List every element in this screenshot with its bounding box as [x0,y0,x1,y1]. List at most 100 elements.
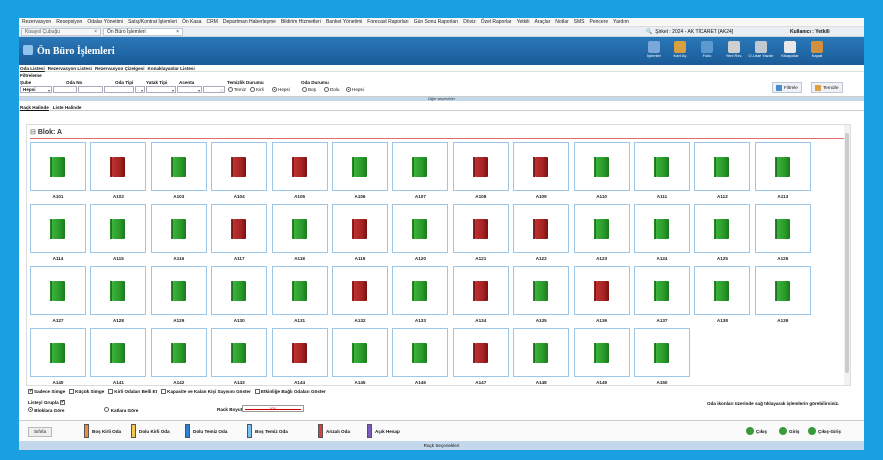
room-card[interactable] [211,328,268,377]
action-button-0[interactable]: Çıkış [746,427,767,435]
room-card[interactable] [694,204,751,253]
tab-liste[interactable]: Liste Halinde [53,105,82,110]
blok-title[interactable]: ⊟ Blok: A [30,128,62,136]
room-card[interactable] [150,266,207,315]
radio[interactable] [104,407,110,412]
menu-item[interactable]: SMS [574,19,585,25]
menu-item[interactable]: Pencere [589,19,608,25]
room-card[interactable] [211,266,268,315]
group-option[interactable]: Listeyi Grupla [28,399,66,406]
room-card[interactable] [392,204,449,253]
menu-item[interactable]: Rezervasyon [22,19,51,25]
room-card[interactable] [90,142,147,191]
lookup-icon[interactable]: □ [221,88,223,93]
menu-item[interactable]: Özel Raporlar [481,19,512,25]
radio-button[interactable] [272,87,277,92]
close-icon[interactable]: × [94,29,97,35]
scrollbar[interactable] [844,125,850,385]
group-by-blok[interactable]: Bloklara Göre [28,407,64,413]
radio-temizlik_options-0[interactable]: Temiz [228,87,246,92]
collapse-icon[interactable]: ⊟ [30,129,38,136]
menu-item[interactable]: Resepsiyon [56,19,82,25]
oda-no-from-input[interactable] [53,86,77,93]
room-card[interactable] [452,142,509,191]
room-card[interactable] [211,142,268,191]
radio-button[interactable] [302,87,307,92]
checkbox[interactable] [108,389,114,395]
menu-item[interactable]: Gün Sonu Raporları [414,19,458,25]
room-card[interactable] [332,266,388,315]
room-card[interactable] [30,204,86,253]
radio-button[interactable] [228,87,233,92]
tab-kisayol[interactable]: Kisayol Çubuğu × [21,27,101,36]
sifirla-button[interactable]: Sıfırla [28,427,52,437]
room-card[interactable] [30,328,86,377]
temizle-button[interactable]: Temizle [811,82,843,93]
room-card[interactable] [513,266,570,315]
sube-select[interactable]: Hepsi ▾ [20,86,52,93]
action-button-1[interactable]: Giriş [779,427,799,435]
room-card[interactable] [694,142,751,191]
room-card[interactable] [452,266,509,315]
room-card[interactable] [452,328,509,377]
checkbox[interactable] [69,389,75,395]
option-1[interactable]: Küçük Simge [69,389,104,395]
menu-item[interactable]: Araçlar [534,19,550,25]
checkbox[interactable] [28,388,33,395]
subtab[interactable]: Oda Listesi [20,66,45,71]
room-card[interactable] [150,328,207,377]
room-card[interactable] [392,328,449,377]
room-card[interactable] [211,204,268,253]
header-button-6[interactable]: Kapat [803,39,831,63]
option-4[interactable]: Etkinliğe Bağlı Odaları Göster [254,389,326,395]
subtab[interactable]: Rezervasyon Listesi [48,66,92,71]
yatak-tipi-select[interactable]: ▾ [146,86,176,93]
oda-tipi-dropdown[interactable]: ▾ [135,86,145,93]
room-card[interactable] [573,328,630,377]
menu-item[interactable]: Odalar Yönetimi [87,19,123,25]
room-card[interactable] [634,142,690,191]
radio-temizlik_options-1[interactable]: Kirli [250,87,264,92]
room-card[interactable] [754,266,811,315]
menu-item[interactable]: Forecast Raporları [367,19,408,25]
room-card[interactable] [573,142,630,191]
oda-tipi-select[interactable] [104,86,134,93]
room-card[interactable] [90,328,147,377]
room-card[interactable] [150,204,207,253]
checkbox[interactable] [161,389,167,395]
room-card[interactable] [90,204,147,253]
room-card[interactable] [271,328,328,377]
radio[interactable] [28,407,33,412]
room-card[interactable] [90,266,147,315]
radio-button[interactable] [324,87,329,92]
checkbox[interactable] [254,389,260,395]
acenta-input[interactable]: □ [203,86,225,93]
rack-size-slider[interactable]: 105 [242,405,304,412]
room-card[interactable] [573,204,630,253]
room-card[interactable] [392,266,449,315]
room-card[interactable] [754,204,811,253]
room-card[interactable] [634,204,690,253]
group-by-kat[interactable]: Katlara Göre [104,407,138,413]
room-card[interactable] [452,204,509,253]
radio-oda_durumu_options-0[interactable]: Boş [302,87,316,92]
group-checkbox[interactable] [59,399,65,406]
header-button-2[interactable]: Folio [693,39,721,63]
menu-item[interactable]: Notlar [555,19,568,25]
option-2[interactable]: Kirli Odaları Belli Et [108,389,157,395]
room-card[interactable] [694,266,751,315]
room-card[interactable] [271,266,328,315]
room-card[interactable] [332,328,388,377]
scroll-thumb[interactable] [845,133,849,373]
room-card[interactable] [30,266,86,315]
menu-item[interactable]: Banket Yönetimi [326,19,362,25]
header-button-4[interactable]: O.Liste Yazdır [747,39,775,63]
menu-item[interactable]: Departman Haberleşme [223,19,276,25]
menu-item[interactable]: Satış/Kontrat İşlemleri [128,19,177,25]
radio-button[interactable] [346,87,351,92]
radio-button[interactable] [250,87,255,92]
room-card[interactable] [634,266,690,315]
search-icon[interactable]: 🔍 [646,29,652,35]
header-button-5[interactable]: Kisayollar [776,39,804,63]
menu-item[interactable]: CRM [206,19,217,25]
